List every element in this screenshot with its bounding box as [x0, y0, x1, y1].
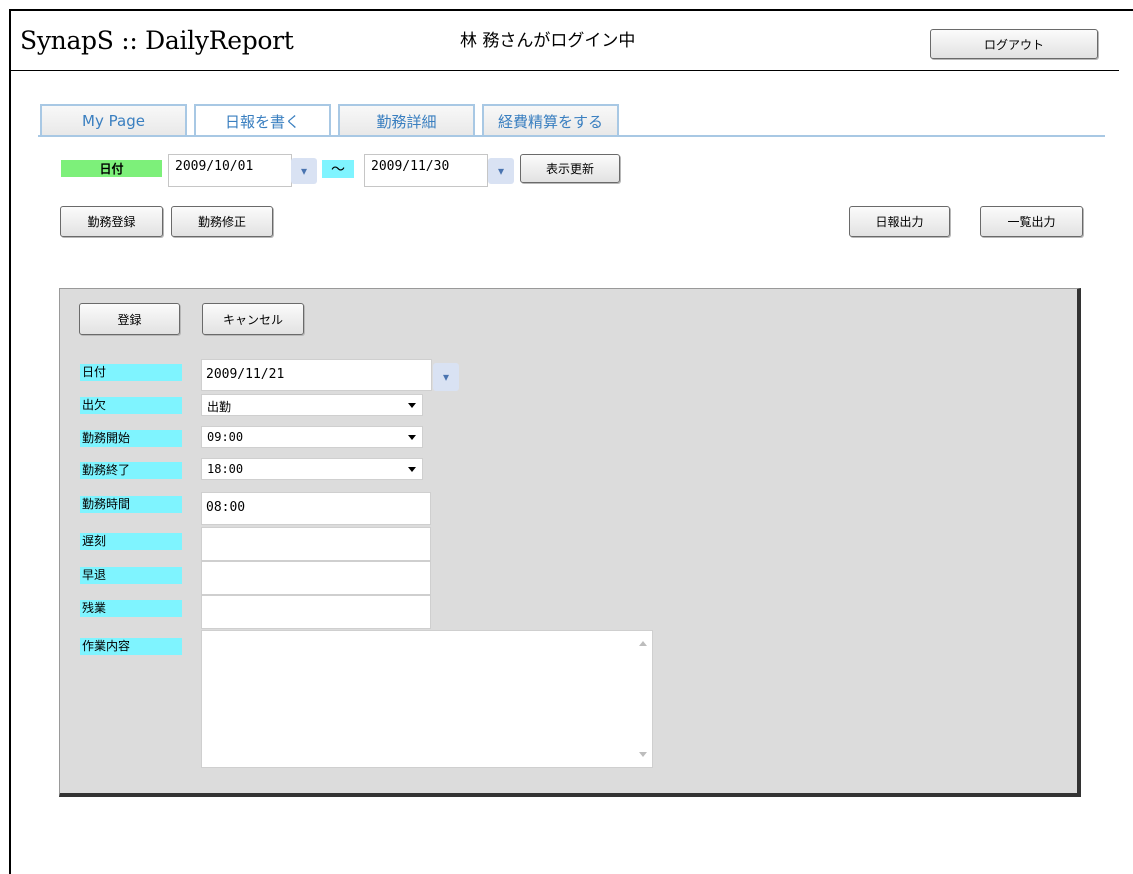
date-range-separator: ～: [322, 160, 354, 178]
date-field[interactable]: 2009/11/21: [201, 359, 432, 391]
end-time-select[interactable]: 18:00: [201, 458, 423, 480]
tab-write-daily-report[interactable]: 日報を書く: [194, 104, 331, 137]
app-title: SynapS :: DailyReport: [20, 26, 294, 55]
window-frame-top: [9, 9, 1133, 11]
daily-report-output-button[interactable]: 日報出力: [849, 206, 950, 237]
overtime-field[interactable]: [201, 595, 431, 629]
to-date-input[interactable]: 2009/11/30: [364, 154, 488, 187]
scroll-down-icon[interactable]: [639, 752, 647, 757]
chevron-down-icon[interactable]: ▾: [291, 158, 317, 184]
date-filter-label: 日付: [61, 160, 162, 177]
from-date-input[interactable]: 2009/10/01: [168, 154, 292, 187]
chevron-down-icon[interactable]: ▾: [488, 158, 514, 184]
field-label-late: 遅刻: [80, 533, 182, 550]
field-label-date: 日付: [80, 364, 182, 381]
attendance-select-value: 出勤: [207, 400, 232, 414]
register-work-button[interactable]: 勤務登録: [60, 206, 163, 237]
field-label-work-content: 作業内容: [80, 638, 182, 655]
chevron-down-icon[interactable]: ▾: [433, 363, 459, 391]
end-time-value: 18:00: [207, 462, 244, 476]
tab-my-page[interactable]: My Page: [40, 104, 187, 136]
tab-underline: [38, 135, 1105, 137]
header-divider: [9, 70, 1119, 71]
field-label-early-leave: 早退: [80, 567, 182, 584]
work-hours-field[interactable]: 08:00: [201, 492, 431, 525]
tab-work-details[interactable]: 勤務詳細: [338, 104, 475, 136]
field-label-overtime: 残業: [80, 600, 182, 617]
late-field[interactable]: [201, 527, 431, 561]
dropdown-arrow-icon: [408, 403, 416, 408]
refresh-button[interactable]: 表示更新: [520, 154, 620, 183]
field-label-attendance: 出欠: [80, 397, 182, 414]
start-time-value: 09:00: [207, 430, 244, 444]
dropdown-arrow-icon: [408, 435, 416, 440]
login-status: 林 務さんがログイン中: [460, 31, 636, 51]
scroll-up-icon[interactable]: [639, 641, 647, 646]
field-label-work-hours: 勤務時間: [80, 496, 182, 513]
start-time-select[interactable]: 09:00: [201, 426, 423, 448]
early-leave-field[interactable]: [201, 561, 431, 595]
cancel-button[interactable]: キャンセル: [202, 303, 304, 335]
field-label-start-time: 勤務開始: [80, 430, 182, 447]
list-output-button[interactable]: 一覧出力: [980, 206, 1083, 237]
edit-work-button[interactable]: 勤務修正: [171, 206, 273, 237]
window-frame-left: [9, 9, 11, 874]
work-content-textarea[interactable]: [201, 630, 653, 768]
tab-expense-settlement[interactable]: 経費精算をする: [482, 104, 619, 136]
logout-button[interactable]: ログアウト: [930, 29, 1098, 59]
save-button[interactable]: 登録: [79, 303, 180, 335]
field-label-end-time: 勤務終了: [80, 462, 182, 479]
attendance-select[interactable]: 出勤: [201, 394, 423, 416]
dropdown-arrow-icon: [408, 467, 416, 472]
